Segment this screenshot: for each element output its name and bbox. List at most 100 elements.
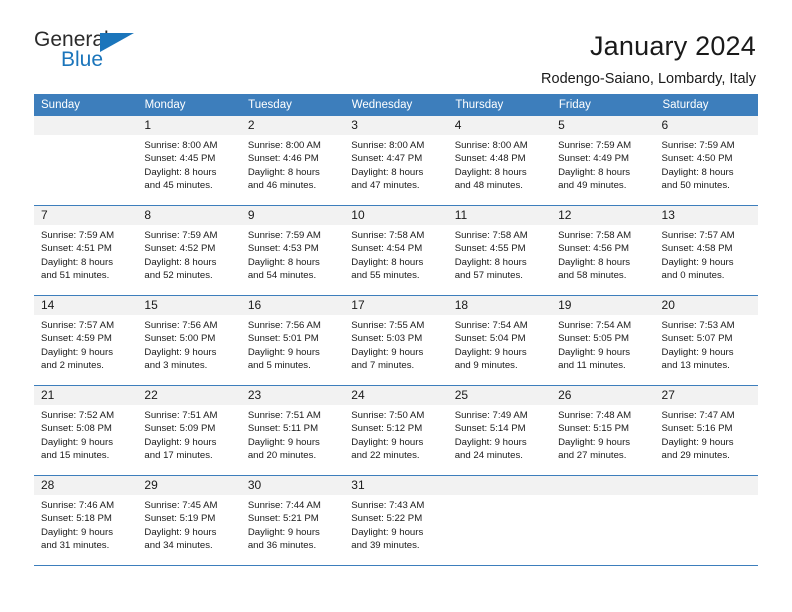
daylight-text-cont: and 9 minutes.	[454, 360, 518, 372]
day-cell[interactable]: 8 Sunrise: 7:59 AM Sunset: 4:52 PM Daylight…	[137, 206, 241, 295]
day-details: Sunrise: 7:52 AM Sunset: 5:08 PM Daylight:…	[34, 405, 137, 463]
daylight-text-cont: and 13 minutes.	[661, 360, 730, 372]
daylight-text: Daylight: 9 hours	[661, 256, 734, 268]
day-cell[interactable]: 5 Sunrise: 7:59 AM Sunset: 4:49 PM Daylight…	[551, 116, 655, 205]
day-cell[interactable]: 9 Sunrise: 7:59 AM Sunset: 4:53 PM Daylight…	[240, 206, 345, 295]
daylight-text-cont: and 58 minutes.	[558, 270, 627, 282]
day-number: 10	[344, 206, 448, 225]
sunrise-text: Sunrise: 7:52 AM	[41, 410, 115, 421]
weekday-header-row: Sunday Monday Tuesday Wednesday Thursday Frid…	[34, 94, 758, 116]
day-cell[interactable]: 16 Sunrise: 7:56 AM Sunset: 5:01 PM Dayligh…	[240, 296, 345, 385]
daylight-text-cont: and 34 minutes.	[144, 540, 213, 552]
day-cell[interactable]: 17 Sunrise: 7:55 AM Sunset: 5:03 PM Dayligh…	[344, 296, 448, 385]
day-number: 15	[137, 296, 241, 315]
day-cell[interactable]: 24 Sunrise: 7:50 AM Sunset: 5:12 PM Dayligh…	[344, 386, 448, 475]
sunrise-text: Sunrise: 8:00 AM	[247, 140, 321, 151]
sunset-text: Sunset: 4:48 PM	[454, 153, 526, 165]
day-details: Sunrise: 7:57 AM Sunset: 4:59 PM Daylight:…	[34, 315, 137, 373]
sunrise-text: Sunrise: 7:57 AM	[41, 320, 115, 331]
sunset-text: Sunset: 5:15 PM	[558, 423, 630, 435]
day-details: Sunrise: 7:59 AM Sunset: 4:51 PM Daylight:…	[34, 225, 137, 283]
day-cell[interactable]: 21 Sunrise: 7:52 AM Sunset: 5:08 PM Dayligh…	[34, 386, 138, 475]
sunset-text: Sunset: 4:47 PM	[351, 153, 423, 165]
day-cell[interactable]: 7 Sunrise: 7:59 AM Sunset: 4:51 PM Daylight…	[34, 206, 138, 295]
day-cell[interactable]: 3 Sunrise: 8:00 AM Sunset: 4:47 PM Daylight…	[344, 116, 448, 205]
daylight-text: Daylight: 8 hours	[247, 256, 320, 268]
day-cell-empty	[447, 476, 552, 565]
sunset-text: Sunset: 5:00 PM	[144, 333, 216, 345]
day-number: 5	[551, 116, 655, 135]
day-number: 30	[240, 476, 345, 495]
day-cell[interactable]: 6 Sunrise: 7:59 AM Sunset: 4:50 PM Daylight…	[654, 116, 758, 205]
day-details: Sunrise: 7:55 AM Sunset: 5:03 PM Daylight:…	[344, 315, 447, 373]
day-cell[interactable]: 23 Sunrise: 7:51 AM Sunset: 5:11 PM Dayligh…	[240, 386, 345, 475]
day-cell[interactable]: 19 Sunrise: 7:54 AM Sunset: 5:05 PM Dayligh…	[551, 296, 655, 385]
day-number: 19	[551, 296, 655, 315]
daylight-text-cont: and 22 minutes.	[351, 450, 420, 462]
daylight-text: Daylight: 9 hours	[41, 436, 113, 448]
sunset-text: Sunset: 4:56 PM	[558, 243, 630, 255]
sunrise-text: Sunrise: 7:55 AM	[351, 320, 425, 331]
sunrise-text: Sunrise: 7:46 AM	[41, 500, 115, 511]
day-cell[interactable]: 29 Sunrise: 7:45 AM Sunset: 5:19 PM Dayligh…	[137, 476, 241, 565]
sunset-text: Sunset: 4:58 PM	[661, 243, 733, 255]
day-cell[interactable]: 18 Sunrise: 7:54 AM Sunset: 5:04 PM Dayligh…	[447, 296, 552, 385]
sunrise-text: Sunrise: 8:00 AM	[454, 140, 528, 151]
day-cell[interactable]: 11 Sunrise: 7:58 AM Sunset: 4:55 PM Dayligh…	[447, 206, 552, 295]
day-cell[interactable]: 2 Sunrise: 8:00 AM Sunset: 4:46 PM Daylight…	[240, 116, 345, 205]
day-details: Sunrise: 7:57 AM Sunset: 4:58 PM Daylight:…	[655, 225, 758, 283]
sunrise-text: Sunrise: 7:58 AM	[351, 230, 425, 241]
day-cell[interactable]: 1 Sunrise: 8:00 AM Sunset: 4:45 PM Daylight…	[137, 116, 241, 205]
day-cell[interactable]: 13 Sunrise: 7:57 AM Sunset: 4:58 PM Dayligh…	[654, 206, 758, 295]
day-cell[interactable]: 4 Sunrise: 8:00 AM Sunset: 4:48 PM Daylight…	[447, 116, 552, 205]
day-cell[interactable]: 12 Sunrise: 7:58 AM Sunset: 4:56 PM Dayligh…	[551, 206, 655, 295]
day-cell[interactable]: 26 Sunrise: 7:48 AM Sunset: 5:15 PM Dayligh…	[551, 386, 655, 475]
sunrise-text: Sunrise: 8:00 AM	[144, 140, 218, 151]
weekday-header-sunday: Sunday	[34, 94, 138, 116]
daylight-text: Daylight: 9 hours	[247, 346, 320, 358]
day-number: 14	[34, 296, 138, 315]
sunrise-text: Sunrise: 7:49 AM	[454, 410, 528, 421]
daylight-text: Daylight: 8 hours	[144, 256, 217, 268]
daylight-text-cont: and 51 minutes.	[41, 270, 110, 282]
sunset-text: Sunset: 5:19 PM	[144, 513, 216, 525]
day-number: 12	[551, 206, 655, 225]
daylight-text-cont: and 39 minutes.	[351, 540, 420, 552]
daylight-text: Daylight: 8 hours	[351, 166, 424, 178]
day-cell[interactable]: 20 Sunrise: 7:53 AM Sunset: 5:07 PM Dayligh…	[654, 296, 758, 385]
daylight-text: Daylight: 8 hours	[558, 256, 631, 268]
daylight-text-cont: and 47 minutes.	[351, 180, 420, 192]
day-cell[interactable]: 25 Sunrise: 7:49 AM Sunset: 5:14 PM Dayligh…	[447, 386, 552, 475]
sunset-text: Sunset: 5:22 PM	[351, 513, 423, 525]
sunset-text: Sunset: 4:46 PM	[247, 153, 319, 165]
generalblue-logo[interactable]: General Blue	[34, 28, 154, 80]
day-details: Sunrise: 7:59 AM Sunset: 4:52 PM Daylight:…	[137, 225, 240, 283]
day-cell[interactable]: 28 Sunrise: 7:46 AM Sunset: 5:18 PM Dayligh…	[34, 476, 138, 565]
sunset-text: Sunset: 5:16 PM	[661, 423, 733, 435]
day-number: 9	[240, 206, 345, 225]
calendar-week-row: 7 Sunrise: 7:59 AM Sunset: 4:51 PM Daylight…	[34, 206, 758, 296]
daylight-text-cont: and 15 minutes.	[41, 450, 110, 462]
day-details: Sunrise: 7:44 AM Sunset: 5:21 PM Daylight:…	[241, 495, 344, 553]
day-details: Sunrise: 7:48 AM Sunset: 5:15 PM Daylight:…	[551, 405, 654, 463]
day-cell[interactable]: 14 Sunrise: 7:57 AM Sunset: 4:59 PM Dayligh…	[34, 296, 138, 385]
calendar-grid: Sunday Monday Tuesday Wednesday Thursday Frid…	[34, 94, 758, 566]
day-cell[interactable]: 15 Sunrise: 7:56 AM Sunset: 5:00 PM Dayligh…	[137, 296, 241, 385]
day-cell[interactable]: 27 Sunrise: 7:47 AM Sunset: 5:16 PM Dayligh…	[654, 386, 758, 475]
day-cell[interactable]: 10 Sunrise: 7:58 AM Sunset: 4:54 PM Dayligh…	[344, 206, 448, 295]
sunset-text: Sunset: 4:54 PM	[351, 243, 423, 255]
day-number: 17	[344, 296, 448, 315]
day-cell[interactable]: 31 Sunrise: 7:43 AM Sunset: 5:22 PM Dayligh…	[344, 476, 448, 565]
day-details: Sunrise: 7:59 AM Sunset: 4:53 PM Daylight:…	[241, 225, 344, 283]
day-cell[interactable]: 30 Sunrise: 7:44 AM Sunset: 5:21 PM Dayligh…	[240, 476, 345, 565]
day-number: 25	[447, 386, 552, 405]
day-details: Sunrise: 7:51 AM Sunset: 5:09 PM Daylight:…	[137, 405, 240, 463]
calendar-page: General Blue January 2024 Rodengo-Saiano…	[0, 0, 792, 612]
day-details: Sunrise: 7:58 AM Sunset: 4:54 PM Daylight:…	[344, 225, 447, 283]
daylight-text-cont: and 20 minutes.	[247, 450, 317, 462]
sunset-text: Sunset: 4:59 PM	[41, 333, 112, 345]
page-title: January 2024	[589, 31, 756, 61]
day-cell[interactable]: 22 Sunrise: 7:51 AM Sunset: 5:09 PM Dayligh…	[137, 386, 241, 475]
sunrise-text: Sunrise: 7:59 AM	[558, 140, 632, 151]
daylight-text-cont: and 17 minutes.	[144, 450, 213, 462]
